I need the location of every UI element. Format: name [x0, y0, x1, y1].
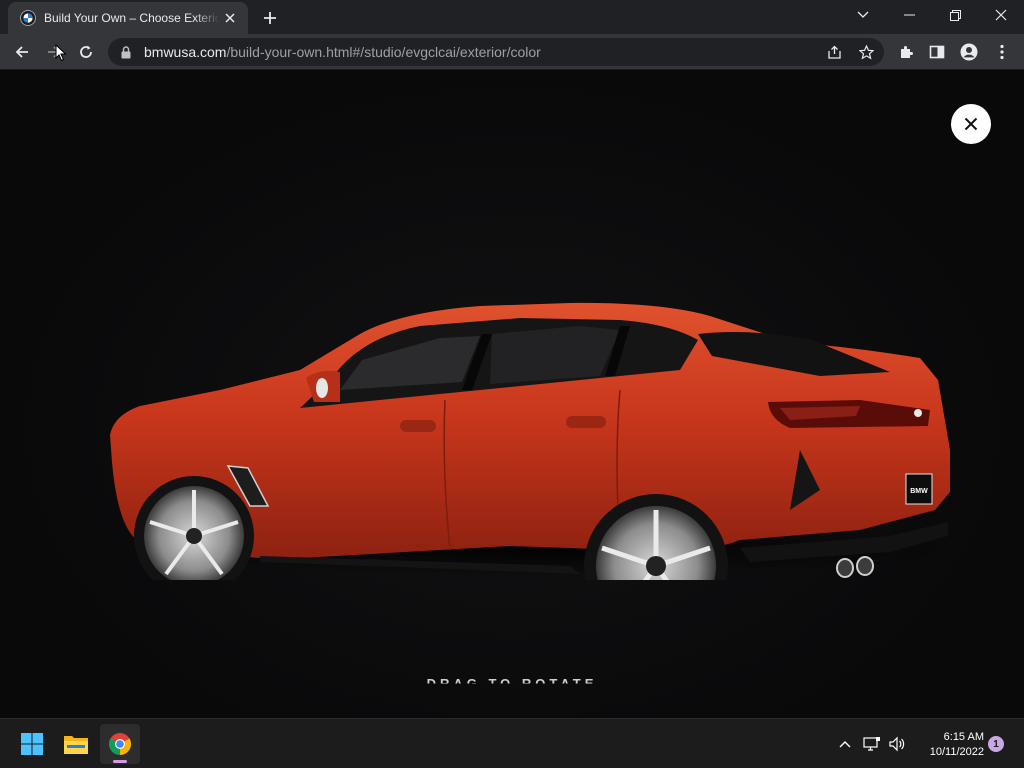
lock-icon[interactable]	[118, 44, 134, 60]
chrome-taskbar-button[interactable]	[100, 724, 140, 764]
volume-button[interactable]	[886, 733, 908, 755]
address-bar[interactable]: bmwusa.com/build-your-own.html#/studio/e…	[108, 38, 884, 66]
side-panel-button[interactable]	[922, 37, 952, 67]
door-handle-rear	[566, 416, 606, 428]
restore-button[interactable]	[932, 0, 978, 30]
profile-button[interactable]	[954, 37, 984, 67]
studio-viewport[interactable]: BMW ← DRAG TO ROTATE →	[0, 70, 1024, 718]
tab-search-button[interactable]	[840, 0, 886, 30]
start-button[interactable]	[12, 724, 52, 764]
more-vertical-icon	[1000, 44, 1004, 60]
close-icon	[995, 9, 1007, 21]
minimize-icon	[903, 14, 915, 16]
active-app-indicator	[113, 760, 127, 763]
chrome-icon	[109, 733, 131, 755]
door-handle-front	[400, 420, 436, 432]
network-icon	[863, 737, 880, 751]
mouse-cursor-icon	[55, 44, 67, 62]
file-explorer-button[interactable]	[56, 724, 96, 764]
side-panel-icon	[929, 45, 945, 59]
tab-title: Build Your Own – Choose Exterior Color	[44, 11, 220, 25]
network-button[interactable]	[861, 733, 883, 755]
share-icon[interactable]	[822, 41, 846, 63]
taskbar-clock[interactable]: 6:15 AM 10/11/2022	[912, 730, 984, 760]
clock-time: 6:15 AM	[943, 731, 984, 743]
exhaust-pipe-2	[856, 556, 874, 576]
new-tab-button[interactable]	[256, 4, 284, 32]
minimize-button[interactable]	[886, 0, 932, 30]
browser-toolbar: bmwusa.com/build-your-own.html#/studio/e…	[0, 34, 1024, 70]
extensions-button[interactable]	[891, 37, 921, 67]
clock-date: 10/11/2022	[929, 746, 984, 758]
car-3d-view[interactable]: BMW	[100, 230, 960, 580]
windows-logo-icon	[21, 733, 43, 755]
window-close-button[interactable]	[978, 0, 1024, 30]
puzzle-icon	[901, 46, 913, 58]
show-hidden-icons-button[interactable]	[834, 733, 856, 755]
bookmark-star-icon[interactable]	[854, 41, 878, 63]
svg-text:BMW: BMW	[910, 488, 928, 495]
close-icon	[964, 117, 978, 131]
url-path: /build-your-own.html#/studio/evgclcai/ex…	[226, 44, 541, 60]
chevron-down-icon	[857, 11, 869, 18]
plus-icon	[264, 12, 276, 24]
speaker-icon	[889, 736, 905, 752]
folder-icon	[64, 736, 88, 754]
browser-tab[interactable]: Build Your Own – Choose Exterior Color	[8, 2, 248, 34]
menu-button[interactable]	[987, 37, 1017, 67]
tab-strip: Build Your Own – Choose Exterior Color	[0, 0, 1024, 34]
exhaust-pipe-1	[836, 558, 854, 578]
arrow-left-icon	[15, 46, 28, 58]
profile-avatar-icon	[960, 43, 978, 61]
windows-taskbar: 6:15 AM 10/11/2022 1	[0, 718, 1024, 768]
reload-icon	[80, 45, 92, 58]
url-text[interactable]: bmwusa.com/build-your-own.html#/studio/e…	[144, 44, 541, 60]
back-button[interactable]	[7, 37, 37, 67]
restore-icon	[949, 9, 961, 21]
reload-button[interactable]	[71, 37, 101, 67]
notification-badge[interactable]: 1	[988, 736, 1004, 752]
url-host: bmwusa.com	[144, 44, 227, 60]
drag-to-rotate-hint: ← DRAG TO ROTATE →	[401, 676, 623, 691]
bmw-logo-icon	[20, 10, 36, 26]
chevron-up-icon	[839, 741, 851, 748]
tab-close-icon[interactable]	[220, 8, 240, 28]
close-studio-button[interactable]	[951, 104, 991, 144]
